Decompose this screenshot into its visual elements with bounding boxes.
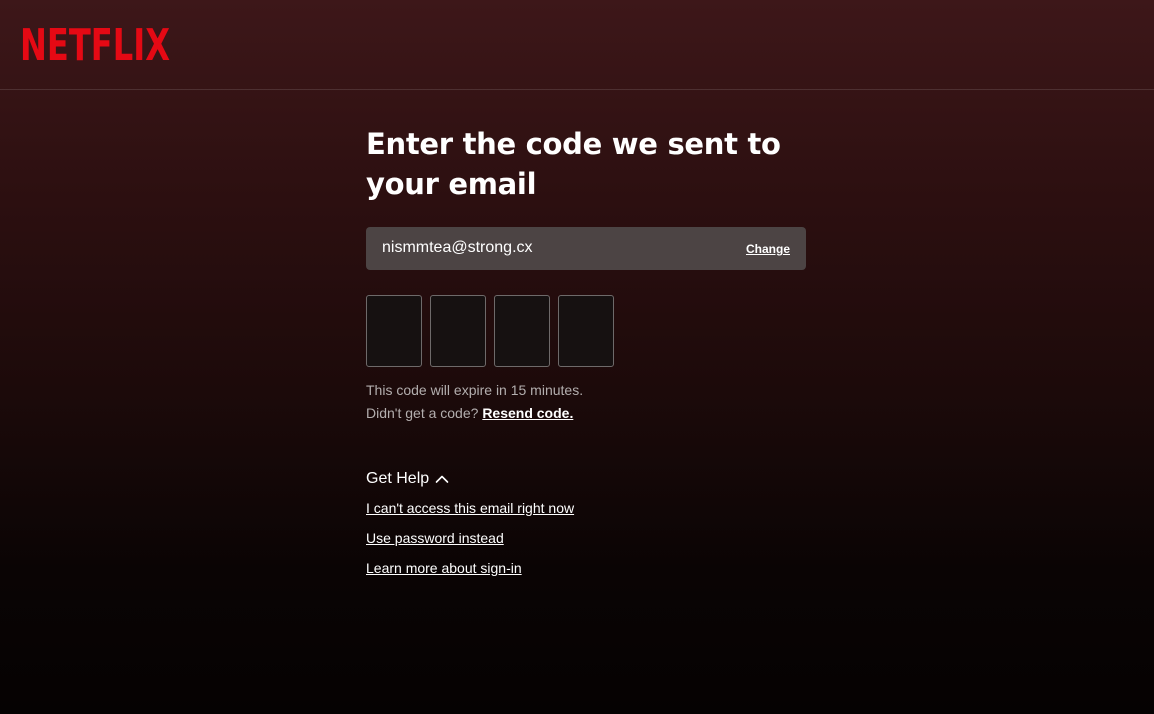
code-info: This code will expire in 15 minutes. Did… [366,379,806,425]
email-display: nismmtea@strong.cx Change [366,227,806,270]
no-code-text: Didn't get a code? [366,405,479,421]
expire-text: This code will expire in 15 minutes. [366,382,584,398]
cant-access-email-link[interactable]: I can't access this email right now [366,498,806,518]
learn-more-sign-in-link[interactable]: Learn more about sign-in [366,558,806,578]
page-title: Enter the code we sent to your email [366,127,781,201]
netflix-logo[interactable]: NETFLIX [20,18,172,71]
use-password-link[interactable]: Use password instead [366,528,806,548]
code-digit-2[interactable] [430,295,486,367]
netflix-logo-icon: NETFLIX [20,20,170,71]
code-digit-3[interactable] [494,295,550,367]
get-help-label: Get Help [366,470,430,487]
chevron-up-icon [435,475,449,483]
change-email-link[interactable]: Change [746,242,790,256]
resend-line: Didn't get a code? Resend code. [366,402,806,425]
email-address: nismmtea@strong.cx [382,239,533,256]
code-digit-4[interactable] [558,295,614,367]
header: NETFLIX [0,0,1154,90]
verification-form: Enter the code we sent to your email nis… [366,124,806,588]
logo-text: NETFLIX [20,20,170,66]
resend-code-link[interactable]: Resend code. [482,405,573,421]
code-input-row [366,295,806,367]
help-links: I can't access this email right now Use … [366,498,806,578]
get-help-toggle[interactable]: Get Help [366,470,806,488]
code-digit-1[interactable] [366,295,422,367]
